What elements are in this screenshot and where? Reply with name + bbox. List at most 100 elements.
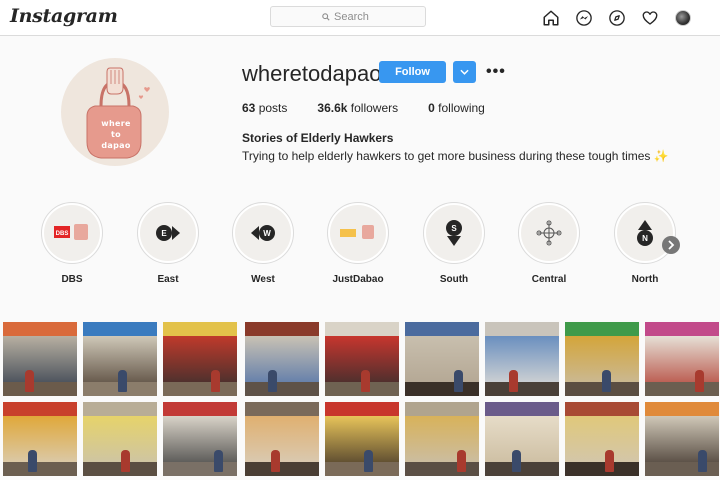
highlight-label: North	[631, 274, 659, 285]
highlight-justdabao[interactable]: JustDabao	[318, 202, 398, 285]
stall-counter	[405, 382, 479, 396]
highlights-next-button[interactable]	[662, 236, 680, 254]
post-thumbnail[interactable]	[485, 322, 559, 396]
stall-signboard	[565, 402, 639, 416]
follow-button[interactable]: Follow	[379, 61, 446, 83]
post-thumbnail[interactable]	[325, 402, 399, 476]
hawker-figure	[512, 450, 521, 472]
south-arrow-icon: S	[426, 205, 482, 261]
stall-counter	[645, 382, 719, 396]
instagram-logo[interactable]: Instagram	[10, 5, 118, 27]
stall-counter	[405, 462, 479, 476]
hawker-figure	[214, 450, 223, 472]
stall-signboard	[565, 322, 639, 336]
stall-counter	[3, 462, 77, 476]
hawker-figure	[211, 370, 220, 392]
hawker-figure	[118, 370, 127, 392]
post-thumbnail[interactable]	[83, 402, 157, 476]
suggested-dropdown-button[interactable]	[453, 61, 476, 83]
highlight-label: South	[439, 274, 469, 285]
stall-counter	[163, 382, 237, 396]
search-icon	[322, 12, 330, 21]
following-stat[interactable]: 0 following	[428, 101, 485, 115]
west-arrow-icon: W	[235, 205, 291, 261]
hawker-figure	[454, 370, 463, 392]
post-thumbnail[interactable]	[3, 402, 77, 476]
home-icon[interactable]	[541, 8, 560, 27]
post-thumbnail[interactable]	[565, 402, 639, 476]
highlight-label: JustDabao	[332, 274, 384, 285]
post-thumbnail[interactable]	[83, 322, 157, 396]
bio-name: Stories of Elderly Hawkers	[242, 131, 394, 145]
stall-signboard	[325, 402, 399, 416]
svg-text:W: W	[263, 229, 271, 238]
stall-signboard	[405, 402, 479, 416]
hawker-figure	[364, 450, 373, 472]
profile-avatar[interactable]: where to dapao	[61, 58, 169, 166]
stall-counter	[83, 462, 157, 476]
profile-username: wheretodapao	[242, 61, 382, 86]
chevron-right-icon	[668, 240, 675, 250]
posts-stat: 63 posts	[242, 101, 287, 115]
stall-counter	[645, 462, 719, 476]
hawker-figure	[25, 370, 34, 392]
post-thumbnail[interactable]	[245, 322, 319, 396]
stall-counter	[245, 382, 319, 396]
svg-text:N: N	[642, 234, 648, 243]
post-thumbnail[interactable]	[3, 322, 77, 396]
highlight-dbs[interactable]: DBS DBS	[32, 202, 112, 285]
hawker-figure	[602, 370, 611, 392]
post-thumbnail[interactable]	[405, 402, 479, 476]
justdabao-highlight-cover	[330, 205, 386, 261]
stall-signboard	[83, 322, 157, 336]
post-thumbnail[interactable]	[485, 402, 559, 476]
post-thumbnail[interactable]	[405, 322, 479, 396]
stall-counter	[485, 382, 559, 396]
stall-counter	[565, 462, 639, 476]
post-thumbnail[interactable]	[645, 322, 719, 396]
followers-count: 36.6k	[317, 101, 348, 115]
search-input[interactable]	[334, 10, 374, 23]
bio-text: Trying to help elderly hawkers to get mo…	[242, 149, 669, 163]
stall-signboard	[485, 322, 559, 336]
post-thumbnail[interactable]	[245, 402, 319, 476]
messenger-icon[interactable]	[574, 8, 593, 27]
stall-signboard	[485, 402, 559, 416]
search-box[interactable]	[270, 6, 426, 27]
stall-signboard	[645, 322, 719, 336]
top-navigation-bar: Instagram	[0, 0, 720, 36]
highlight-label: Central	[531, 274, 567, 285]
highlight-south[interactable]: S South	[414, 202, 494, 285]
profile-stats: 63 posts 36.6k followers 0 following	[242, 101, 515, 115]
following-label: following	[438, 101, 485, 115]
post-thumbnail[interactable]	[163, 322, 237, 396]
post-thumbnail[interactable]	[645, 402, 719, 476]
post-thumbnail[interactable]	[163, 402, 237, 476]
highlight-east[interactable]: E East	[128, 202, 208, 285]
heart-icon[interactable]	[640, 8, 659, 27]
followers-stat[interactable]: 36.6k followers	[317, 101, 398, 115]
explore-icon[interactable]	[607, 8, 626, 27]
stall-signboard	[3, 322, 77, 336]
avatar-text: where to dapao	[101, 119, 131, 150]
stall-signboard	[163, 322, 237, 336]
hawker-figure	[268, 370, 277, 392]
hawker-figure	[457, 450, 466, 472]
svg-text:E: E	[161, 229, 167, 238]
stall-signboard	[645, 402, 719, 416]
stall-counter	[485, 462, 559, 476]
post-thumbnail[interactable]	[565, 322, 639, 396]
highlight-label: West	[251, 274, 275, 285]
posts-count: 63	[242, 101, 256, 115]
hawker-figure	[121, 450, 130, 472]
hawker-figure	[695, 370, 704, 392]
highlight-central[interactable]: Central	[509, 202, 589, 285]
svg-text:DBS: DBS	[56, 231, 69, 237]
post-thumbnail[interactable]	[325, 322, 399, 396]
stall-signboard	[83, 402, 157, 416]
highlight-west[interactable]: W West	[223, 202, 303, 285]
stall-signboard	[325, 322, 399, 336]
more-options-icon[interactable]: •••	[486, 63, 506, 81]
following-count: 0	[428, 101, 435, 115]
profile-avatar-icon[interactable]	[673, 8, 692, 27]
